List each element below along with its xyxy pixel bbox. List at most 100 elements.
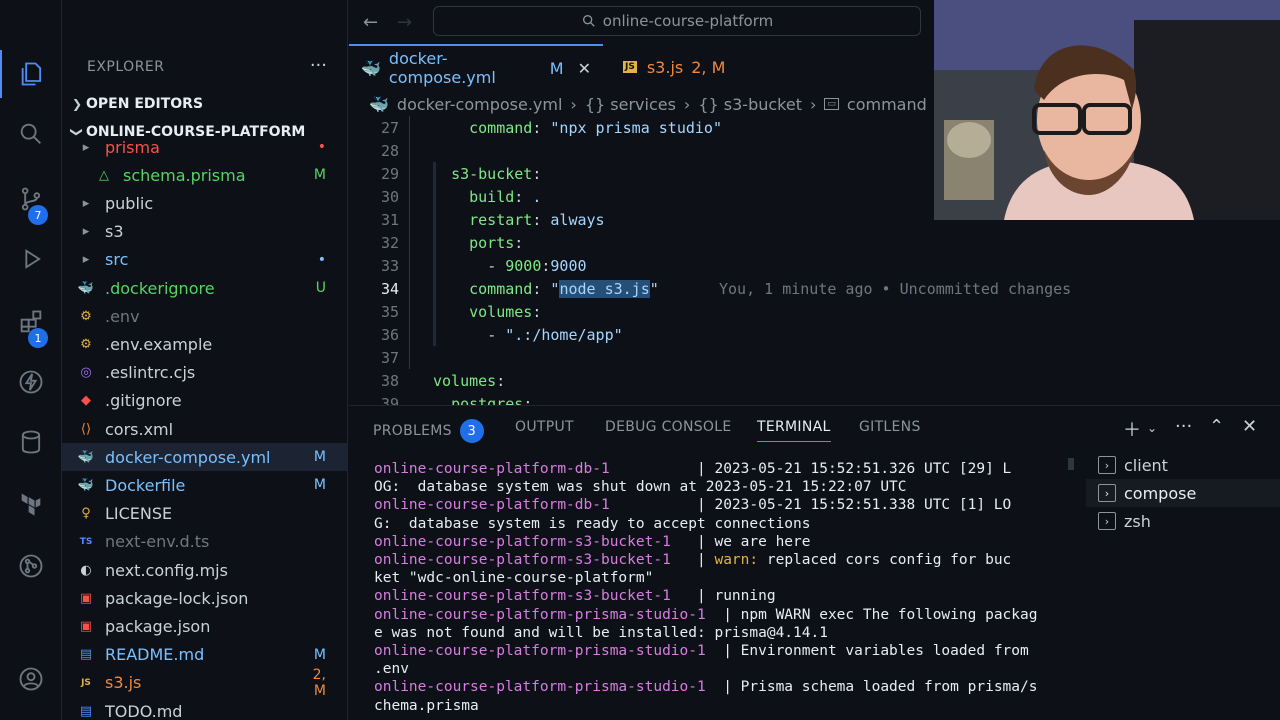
file-item[interactable]: 🐳 Dockerfile M [62,471,347,499]
terminal-line: online-course-platform-prisma-studio-1 |… [374,607,1037,625]
file-item[interactable]: ▣ package-lock.json [62,584,347,612]
new-terminal-icon[interactable]: ＋ [1123,416,1141,442]
file-item[interactable]: TS next-env.d.ts [62,528,347,556]
line-number: 27 [380,118,399,137]
chevron-down-icon[interactable]: ⌄ [1147,421,1157,435]
file-status: U [315,280,326,296]
open-editors-section[interactable]: ❯ OPEN EDITORS [68,92,203,116]
breadcrumb-item[interactable]: command [847,95,927,114]
file-label: next.config.mjs [105,560,228,580]
maximize-panel-icon[interactable]: ⌃ [1209,416,1224,437]
extensions-icon[interactable]: 1 [0,298,62,348]
run-debug-icon[interactable] [0,235,62,283]
tab-output[interactable]: OUTPUT [515,419,574,435]
account-icon[interactable] [0,655,62,703]
terminal-zsh[interactable]: › zsh [1086,507,1280,535]
terminal-icon: › [1098,484,1116,502]
tab-terminal[interactable]: TERMINAL [757,419,831,442]
tab-s3-js[interactable]: JS s3.js 2, M [611,44,751,90]
breadcrumb-item[interactable]: docker-compose.yml [397,95,563,114]
file-item[interactable]: JS s3.js 2, M [62,666,347,699]
close-icon[interactable]: ✕ [578,59,591,78]
close-panel-icon[interactable]: ✕ [1242,416,1257,437]
more-actions-icon[interactable]: ··· [1175,416,1192,437]
breadcrumb-item[interactable]: {} services [585,95,676,114]
tab-debug-console[interactable]: DEBUG CONSOLE [605,419,732,435]
forward-arrow-icon[interactable]: → [397,12,412,33]
tab-status: 2, M [691,57,726,77]
inline-blame: You, 1 minute ago • Uncommitted changes [719,279,1072,298]
back-arrow-icon[interactable]: ← [363,12,378,33]
license-icon: ♀ [81,506,91,522]
file-item[interactable]: ▸ public [62,189,347,217]
folder-icon: ▸ [82,195,90,211]
file-item[interactable]: ⚙ .env.example [62,330,347,358]
code-line: 28 [349,139,399,162]
tab-gitlens[interactable]: GITLENS [859,419,921,435]
file-item[interactable]: ▸ prisma • [62,133,347,161]
file-label: .env.example [105,334,213,354]
prisma-icon: △ [99,167,109,183]
code-line: 32 ports: [349,231,523,254]
file-item[interactable]: 🐳 docker-compose.yml M [62,443,347,472]
terminal-line: online-course-platform-s3-bucket-1 | we … [374,534,811,552]
lightning-icon[interactable] [0,358,62,406]
search-icon[interactable] [0,110,62,158]
more-actions-icon[interactable]: ··· [310,55,327,76]
terminal-prefix: online-course-platform-s3-bucket-1 [374,588,671,605]
fold-guide [433,162,436,346]
file-label: .eslintrc.cjs [105,363,196,383]
file-item[interactable]: ♀ LICENSE [62,500,347,528]
file-label: package-lock.json [105,588,249,608]
webcam-overlay [934,0,1280,220]
terminal-list: › client › compose › zsh [1086,451,1280,535]
file-label: s3.js [105,673,142,693]
file-item[interactable]: ▣ package.json [62,612,347,640]
terminal-message: | running [670,588,776,605]
terminal-prefix: online-course-platform-db-1 [374,497,610,514]
git-icon: ◆ [81,393,91,409]
gitlens-icon[interactable] [0,542,62,590]
file-item[interactable]: ⟨⟩ cors.xml [62,415,347,443]
terminal-message: | 2023-05-21 15:52:51.326 UTC [29] L [609,461,1012,477]
file-item[interactable]: ▤ README.md M [62,641,347,669]
terminal-line: online-course-platform-prisma-studio-1 |… [374,643,1029,661]
file-item[interactable]: ◐ next.config.mjs [62,556,347,584]
source-control-icon[interactable]: 7 [0,175,62,225]
breadcrumb-item[interactable]: {} s3-bucket [698,95,802,114]
tab-problems[interactable]: PROBLEMS 3 [373,419,484,443]
file-item[interactable]: ◎ .eslintrc.cjs [62,359,347,387]
terminal-message: | 2023-05-21 15:52:51.338 UTC [1] LO [609,497,1012,514]
terminal-icon: › [1098,512,1116,530]
explorer-icon[interactable] [0,50,62,98]
terminal-client[interactable]: › client [1086,451,1280,479]
file-item[interactable]: ▤ TODO.md [62,697,347,720]
file-label: cors.xml [105,419,174,439]
file-label: src [105,250,129,270]
file-status: 2, M [312,666,326,699]
command-center[interactable]: online-course-platform [433,6,921,36]
terminal-scrollbar[interactable] [1068,458,1074,470]
explorer-title: EXPLORER [87,59,165,75]
tab-docker-compose[interactable]: 🐳 docker-compose.yml M ✕ [349,44,603,90]
database-icon[interactable] [0,418,62,466]
file-item[interactable]: ⚙ .env [62,302,347,330]
terminal-message: | warn: replaced cors config for buc [670,552,1012,568]
file-item[interactable]: △ schema.prisma M [62,161,347,189]
eslint-icon: ◎ [80,365,92,381]
indent-guide [409,116,410,369]
terminal-prefix: online-course-platform-prisma-studio-1 [374,643,706,659]
terminal-compose[interactable]: › compose [1086,479,1280,507]
file-item[interactable]: ▸ src • [62,246,347,274]
line-number: 37 [380,348,399,367]
terraform-icon[interactable] [0,480,62,528]
code-line: 31 restart: always [349,208,605,231]
search-icon [582,14,595,27]
file-item[interactable]: ▸ s3 [62,218,347,246]
problems-badge: 3 [459,419,484,443]
line-code: s3-bucket: [451,164,542,183]
markdown-icon: ▤ [79,647,93,663]
file-item[interactable]: ◆ .gitignore [62,387,347,415]
file-item[interactable]: 🐳 .dockerignore U [62,274,347,302]
symbol-icon: ▭ [824,98,839,110]
